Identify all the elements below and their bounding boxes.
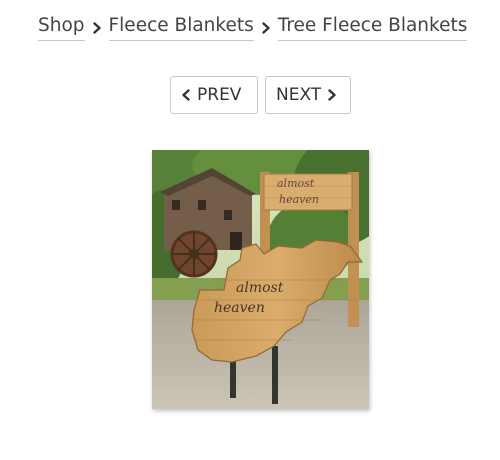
- product-photo: almost heaven almost heaven: [152, 150, 369, 409]
- next-button-label: NEXT: [276, 85, 322, 105]
- next-button[interactable]: NEXT: [265, 76, 351, 114]
- chevron-left-icon: [181, 89, 191, 101]
- breadcrumb: Shop Fleece Blankets Tree Fleece Blanket…: [38, 14, 468, 41]
- breadcrumb-link-tree-fleece-blankets[interactable]: Tree Fleece Blankets: [277, 14, 468, 41]
- pagination: PREV NEXT: [170, 76, 351, 114]
- chevron-right-icon: [254, 16, 278, 40]
- chevron-right-icon: [85, 16, 109, 40]
- prev-button-label: PREV: [197, 85, 242, 105]
- product-image[interactable]: almost heaven almost heaven: [152, 150, 369, 409]
- breadcrumb-link-shop[interactable]: Shop: [38, 14, 85, 41]
- prev-button[interactable]: PREV: [170, 76, 258, 114]
- breadcrumb-link-fleece-blankets[interactable]: Fleece Blankets: [108, 14, 254, 41]
- chevron-right-icon: [327, 89, 337, 101]
